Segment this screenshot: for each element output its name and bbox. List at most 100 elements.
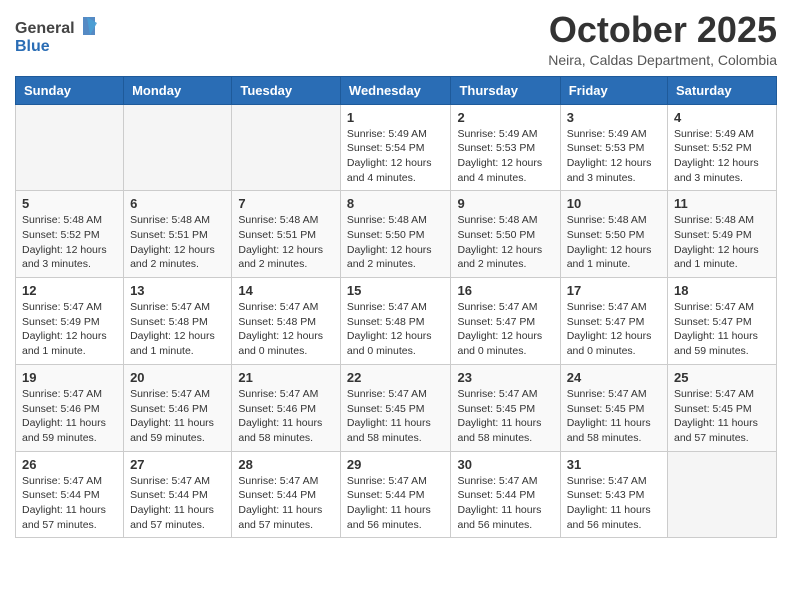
header-friday: Friday (560, 76, 667, 104)
day-info: Sunrise: 5:48 AM Sunset: 5:49 PM Dayligh… (674, 213, 770, 272)
day-info: Sunrise: 5:47 AM Sunset: 5:44 PM Dayligh… (130, 474, 225, 533)
calendar-week-row: 1 Sunrise: 5:49 AM Sunset: 5:54 PM Daylig… (16, 104, 777, 191)
calendar-cell: 15 Sunrise: 5:47 AM Sunset: 5:48 PM Dayli… (340, 278, 451, 365)
day-number: 4 (674, 110, 770, 125)
calendar-cell: 11 Sunrise: 5:48 AM Sunset: 5:49 PM Dayli… (668, 191, 777, 278)
calendar-cell: 12 Sunrise: 5:47 AM Sunset: 5:49 PM Dayli… (16, 278, 124, 365)
calendar-cell: 24Sunrise: 5:47 AM Sunset: 5:45 PM Dayli… (560, 364, 667, 451)
day-number: 17 (567, 283, 661, 298)
calendar-cell: 8 Sunrise: 5:48 AM Sunset: 5:50 PM Daylig… (340, 191, 451, 278)
day-number: 28 (238, 457, 334, 472)
day-info: Sunrise: 5:47 AM Sunset: 5:48 PM Dayligh… (347, 300, 445, 359)
calendar-cell: 20 Sunrise: 5:47 AM Sunset: 5:46 PM Dayli… (124, 364, 232, 451)
day-number: 29 (347, 457, 445, 472)
day-number: 1 (347, 110, 445, 125)
day-info: Sunrise: 5:47 AM Sunset: 5:46 PM Dayligh… (238, 387, 334, 446)
calendar-container: General Blue October 2025 Neira, Caldas … (0, 0, 792, 553)
day-info: Sunrise: 5:47 AM Sunset: 5:44 PM Dayligh… (22, 474, 117, 533)
day-number: 9 (457, 196, 553, 211)
day-info: Sunrise: 5:47 AM Sunset: 5:47 PM Dayligh… (457, 300, 553, 359)
calendar-week-row: 19 Sunrise: 5:47 AM Sunset: 5:46 PM Dayli… (16, 364, 777, 451)
month-title: October 2025 (548, 10, 777, 50)
header-saturday: Saturday (668, 76, 777, 104)
day-number: 7 (238, 196, 334, 211)
calendar-cell: 14 Sunrise: 5:47 AM Sunset: 5:48 PM Dayli… (232, 278, 341, 365)
day-number: 19 (22, 370, 117, 385)
header-area: General Blue October 2025 Neira, Caldas … (15, 10, 777, 68)
calendar-cell: 18 Sunrise: 5:47 AM Sunset: 5:47 PM Dayli… (668, 278, 777, 365)
calendar-cell: 21 Sunrise: 5:47 AM Sunset: 5:46 PM Dayli… (232, 364, 341, 451)
day-info: Sunrise: 5:48 AM Sunset: 5:50 PM Dayligh… (457, 213, 553, 272)
day-info: Sunrise: 5:47 AM Sunset: 5:46 PM Dayligh… (22, 387, 117, 446)
calendar-week-row: 12 Sunrise: 5:47 AM Sunset: 5:49 PM Dayli… (16, 278, 777, 365)
day-info: Sunrise: 5:47 AM Sunset: 5:46 PM Dayligh… (130, 387, 225, 446)
calendar-cell (16, 104, 124, 191)
logo-area: General Blue (15, 10, 105, 62)
day-number: 11 (674, 196, 770, 211)
day-info: Sunrise: 5:49 AM Sunset: 5:54 PM Dayligh… (347, 127, 445, 186)
calendar-cell: 16 Sunrise: 5:47 AM Sunset: 5:47 PM Dayli… (451, 278, 560, 365)
day-info: Sunrise: 5:48 AM Sunset: 5:51 PM Dayligh… (238, 213, 334, 272)
calendar-cell: 17Sunrise: 5:47 AM Sunset: 5:47 PM Dayli… (560, 278, 667, 365)
day-number: 13 (130, 283, 225, 298)
day-info: Sunrise: 5:47 AM Sunset: 5:45 PM Dayligh… (567, 387, 661, 446)
day-number: 31 (567, 457, 661, 472)
title-area: October 2025 Neira, Caldas Department, C… (548, 10, 777, 68)
calendar-cell: 1 Sunrise: 5:49 AM Sunset: 5:54 PM Daylig… (340, 104, 451, 191)
svg-text:General: General (15, 20, 75, 37)
day-number: 25 (674, 370, 770, 385)
day-info: Sunrise: 5:47 AM Sunset: 5:49 PM Dayligh… (22, 300, 117, 359)
calendar-cell: 19 Sunrise: 5:47 AM Sunset: 5:46 PM Dayli… (16, 364, 124, 451)
header-tuesday: Tuesday (232, 76, 341, 104)
calendar-cell: 26 Sunrise: 5:47 AM Sunset: 5:44 PM Dayli… (16, 451, 124, 538)
day-info: Sunrise: 5:47 AM Sunset: 5:44 PM Dayligh… (238, 474, 334, 533)
calendar-cell: 7 Sunrise: 5:48 AM Sunset: 5:51 PM Daylig… (232, 191, 341, 278)
day-number: 21 (238, 370, 334, 385)
day-info: Sunrise: 5:47 AM Sunset: 5:45 PM Dayligh… (674, 387, 770, 446)
day-info: Sunrise: 5:48 AM Sunset: 5:50 PM Dayligh… (347, 213, 445, 272)
calendar-cell (668, 451, 777, 538)
calendar-cell: 27 Sunrise: 5:47 AM Sunset: 5:44 PM Dayli… (124, 451, 232, 538)
day-info: Sunrise: 5:47 AM Sunset: 5:44 PM Dayligh… (457, 474, 553, 533)
calendar-cell: 4Sunrise: 5:49 AM Sunset: 5:52 PM Daylig… (668, 104, 777, 191)
calendar-cell: 6Sunrise: 5:48 AM Sunset: 5:51 PM Daylig… (124, 191, 232, 278)
calendar-cell: 31Sunrise: 5:47 AM Sunset: 5:43 PM Dayli… (560, 451, 667, 538)
day-number: 15 (347, 283, 445, 298)
calendar-cell: 3Sunrise: 5:49 AM Sunset: 5:53 PM Daylig… (560, 104, 667, 191)
calendar-cell: 30 Sunrise: 5:47 AM Sunset: 5:44 PM Dayli… (451, 451, 560, 538)
day-info: Sunrise: 5:47 AM Sunset: 5:48 PM Dayligh… (238, 300, 334, 359)
header-wednesday: Wednesday (340, 76, 451, 104)
calendar-cell: 10 Sunrise: 5:48 AM Sunset: 5:50 PM Dayli… (560, 191, 667, 278)
day-number: 12 (22, 283, 117, 298)
day-number: 30 (457, 457, 553, 472)
header-monday: Monday (124, 76, 232, 104)
header-thursday: Thursday (451, 76, 560, 104)
day-number: 10 (567, 196, 661, 211)
day-number: 8 (347, 196, 445, 211)
day-number: 18 (674, 283, 770, 298)
calendar-table: Sunday Monday Tuesday Wednesday Thursday… (15, 76, 777, 539)
day-info: Sunrise: 5:47 AM Sunset: 5:44 PM Dayligh… (347, 474, 445, 533)
day-number: 20 (130, 370, 225, 385)
day-info: Sunrise: 5:47 AM Sunset: 5:45 PM Dayligh… (457, 387, 553, 446)
calendar-cell: 2Sunrise: 5:49 AM Sunset: 5:53 PM Daylig… (451, 104, 560, 191)
calendar-week-row: 26 Sunrise: 5:47 AM Sunset: 5:44 PM Dayli… (16, 451, 777, 538)
calendar-cell (124, 104, 232, 191)
calendar-cell: 25 Sunrise: 5:47 AM Sunset: 5:45 PM Dayli… (668, 364, 777, 451)
day-info: Sunrise: 5:48 AM Sunset: 5:50 PM Dayligh… (567, 213, 661, 272)
day-info: Sunrise: 5:48 AM Sunset: 5:51 PM Dayligh… (130, 213, 225, 272)
day-info: Sunrise: 5:47 AM Sunset: 5:45 PM Dayligh… (347, 387, 445, 446)
calendar-cell: 28 Sunrise: 5:47 AM Sunset: 5:44 PM Dayli… (232, 451, 341, 538)
day-number: 27 (130, 457, 225, 472)
weekday-header-row: Sunday Monday Tuesday Wednesday Thursday… (16, 76, 777, 104)
day-number: 26 (22, 457, 117, 472)
calendar-cell: 29 Sunrise: 5:47 AM Sunset: 5:44 PM Dayli… (340, 451, 451, 538)
day-number: 3 (567, 110, 661, 125)
calendar-cell (232, 104, 341, 191)
day-info: Sunrise: 5:47 AM Sunset: 5:47 PM Dayligh… (674, 300, 770, 359)
day-number: 16 (457, 283, 553, 298)
day-info: Sunrise: 5:48 AM Sunset: 5:52 PM Dayligh… (22, 213, 117, 272)
calendar-cell: 22Sunrise: 5:47 AM Sunset: 5:45 PM Dayli… (340, 364, 451, 451)
day-number: 2 (457, 110, 553, 125)
day-number: 14 (238, 283, 334, 298)
